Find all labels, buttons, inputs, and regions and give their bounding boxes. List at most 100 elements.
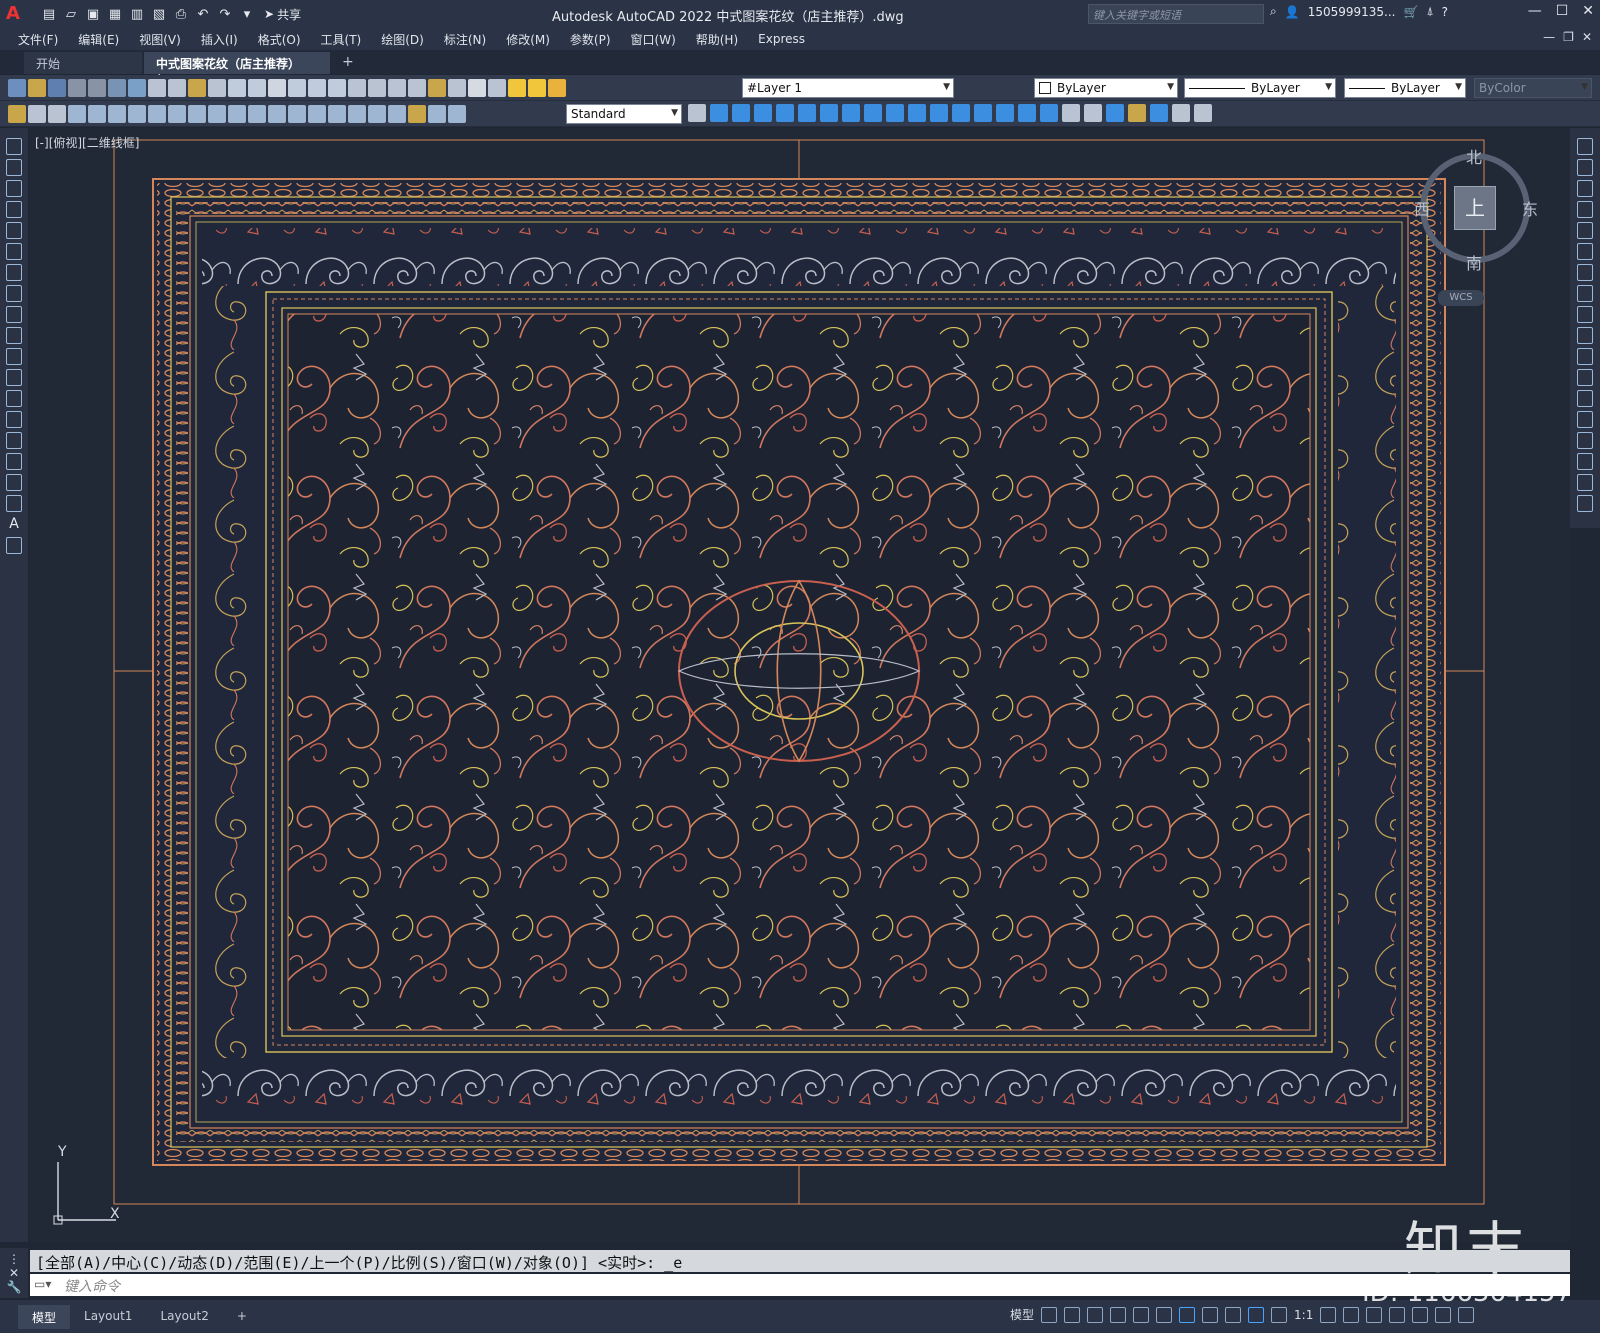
join-side-icon[interactable] [1577, 411, 1593, 428]
dim-update-icon[interactable] [448, 104, 466, 123]
annotation-monitor-icon[interactable] [1343, 1306, 1360, 1323]
tab-start[interactable]: 开始 [24, 52, 142, 74]
lineweight-icon[interactable] [1202, 1306, 1219, 1323]
fillet-icon[interactable] [1018, 104, 1036, 122]
menu-tools[interactable]: 工具(T) [321, 31, 362, 48]
customize-command-icon[interactable]: 🔧 [0, 1280, 28, 1294]
viewcube[interactable]: 北 西 东 南 上 WCS [1414, 148, 1570, 320]
print-icon[interactable]: ⎙ [172, 5, 190, 23]
trim-icon[interactable] [908, 104, 926, 122]
dim-edit-icon[interactable] [408, 104, 426, 123]
copy-object-icon[interactable] [732, 104, 750, 122]
design-center-icon[interactable] [368, 78, 386, 97]
isodraft-icon[interactable] [1133, 1306, 1150, 1323]
copy-icon[interactable] [168, 78, 186, 97]
gradient-icon[interactable] [6, 453, 22, 470]
plotstyle-dropdown[interactable]: ByColor ▼ [1474, 78, 1592, 98]
stretch-side-icon[interactable] [1577, 306, 1593, 323]
draw-order-icon[interactable] [1062, 104, 1080, 122]
hardware-accel-icon[interactable] [1412, 1306, 1429, 1323]
layer-properties-icon[interactable] [488, 78, 506, 97]
linetype-dropdown[interactable]: ByLayer ▼ [1184, 78, 1336, 98]
markup-icon[interactable] [428, 78, 446, 97]
drawing-canvas[interactable] [30, 128, 1570, 1242]
offset-icon[interactable] [776, 104, 794, 122]
zoom-previous-icon[interactable] [328, 78, 346, 97]
globe-icon[interactable] [128, 78, 146, 97]
center-mark-icon[interactable] [348, 104, 366, 123]
cut-icon[interactable] [148, 78, 166, 97]
add-layout-button[interactable]: + [223, 1305, 261, 1329]
redo-tool-icon[interactable] [248, 78, 266, 97]
stretch-icon[interactable] [886, 104, 904, 122]
publish-3d-icon[interactable] [108, 78, 126, 97]
close-icon[interactable]: ✕ [1582, 3, 1594, 19]
qnew-icon[interactable] [8, 78, 26, 97]
new-icon[interactable]: ▤ [40, 5, 58, 23]
line-icon[interactable] [6, 138, 22, 155]
offset-side-icon[interactable] [1577, 201, 1593, 218]
isolate-objects-icon[interactable] [1389, 1306, 1406, 1323]
autodesk-icon[interactable]: ⍋ [1426, 4, 1433, 19]
ellipse-arc-icon[interactable] [6, 348, 22, 365]
layer-freeze-icon[interactable] [528, 78, 546, 97]
group-icon[interactable] [1106, 104, 1124, 122]
add-selected-icon[interactable] [6, 537, 22, 554]
array-side-icon[interactable] [1577, 222, 1593, 239]
erase-side-icon[interactable] [1577, 138, 1593, 155]
paste-icon[interactable] [188, 78, 206, 97]
polygon-icon[interactable] [6, 201, 22, 218]
zoom-realtime-icon[interactable] [288, 78, 306, 97]
user-icon[interactable]: 👤 [1285, 5, 1300, 19]
rotate-side-icon[interactable] [1577, 264, 1593, 281]
workspace-gear-icon[interactable] [1320, 1306, 1337, 1323]
compass-west[interactable]: 西 [1414, 196, 1430, 220]
units-icon[interactable] [1366, 1306, 1383, 1323]
command-input[interactable]: 键入命令 [30, 1274, 1570, 1296]
inspection-icon[interactable] [368, 104, 386, 123]
rotate-icon[interactable] [842, 104, 860, 122]
spline-icon[interactable] [6, 306, 22, 323]
layer-lock-icon[interactable] [548, 78, 566, 97]
auto-scale-icon[interactable] [1271, 1306, 1288, 1323]
share-button[interactable]: ➤ 共享 [264, 6, 301, 23]
autocad-logo[interactable]: A [6, 3, 32, 25]
object-snap-tracking-icon[interactable] [1156, 1306, 1173, 1323]
quick-dim-icon[interactable] [228, 104, 246, 123]
menu-file[interactable]: 文件(F) [18, 31, 58, 48]
menu-dimension[interactable]: 标注(N) [444, 31, 486, 48]
menu-edit[interactable]: 编辑(E) [78, 31, 119, 48]
publish-icon[interactable]: ▧ [150, 5, 168, 23]
menu-modify[interactable]: 修改(M) [506, 31, 550, 48]
continue-dim-icon[interactable] [268, 104, 286, 123]
maximize-icon[interactable]: ☐ [1556, 3, 1569, 19]
bring-front-icon[interactable] [1084, 104, 1102, 122]
ungroup-icon[interactable] [1128, 104, 1146, 122]
tab-layout2[interactable]: Layout2 [146, 1305, 222, 1329]
extend-side-icon[interactable] [1577, 348, 1593, 365]
menu-format[interactable]: 格式(O) [258, 31, 301, 48]
dimstyle-icon[interactable] [688, 104, 706, 122]
trim-side-icon[interactable] [1577, 327, 1593, 344]
linear-dim-icon[interactable] [68, 104, 86, 123]
mtext-icon[interactable]: A [6, 516, 22, 533]
tab-drawing[interactable]: 中式图案花纹（店主推荐）*✕ [144, 52, 330, 86]
fillet-side-icon[interactable] [1577, 453, 1593, 470]
break-side-icon[interactable] [1577, 390, 1593, 407]
pan-icon[interactable] [268, 78, 286, 97]
menu-view[interactable]: 视图(V) [139, 31, 181, 48]
close-command-icon[interactable]: ✕ [0, 1266, 28, 1280]
xref-icon[interactable] [28, 104, 46, 123]
region-icon[interactable] [6, 474, 22, 491]
break-icon[interactable] [952, 104, 970, 122]
properties-icon[interactable] [348, 78, 366, 97]
mirror-side-icon[interactable] [1577, 180, 1593, 197]
help-tool-icon[interactable] [468, 78, 486, 97]
list-icon[interactable] [1194, 104, 1212, 122]
join-icon[interactable] [974, 104, 992, 122]
undo-icon[interactable]: ↶ [194, 5, 212, 23]
object-snap-icon[interactable] [1179, 1306, 1196, 1323]
doc-minimize-icon[interactable]: — [1543, 30, 1555, 44]
erase-icon[interactable] [710, 104, 728, 122]
circle-icon[interactable] [6, 264, 22, 281]
